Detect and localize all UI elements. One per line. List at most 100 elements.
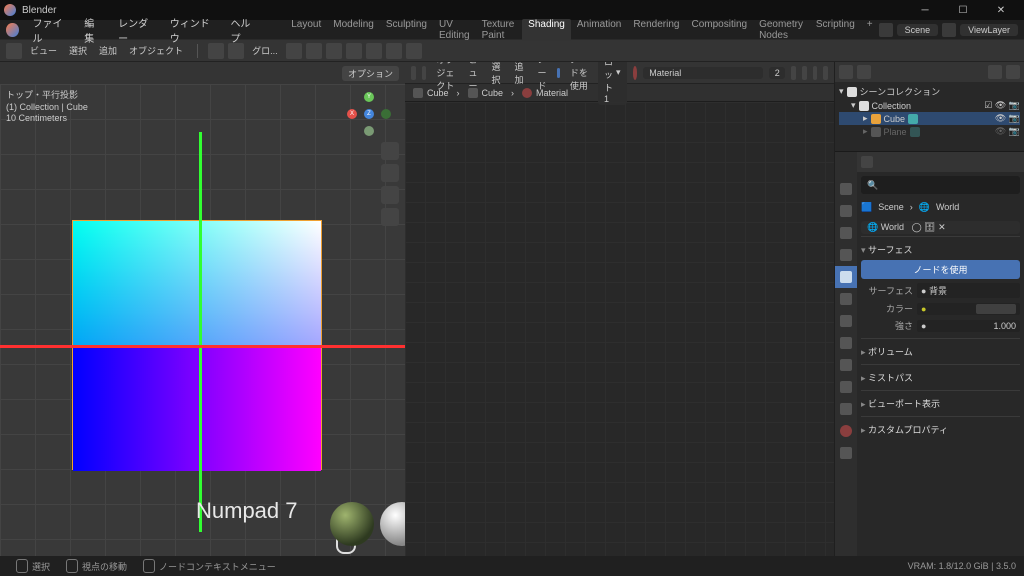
prop-type-icon[interactable] <box>861 156 873 168</box>
panel-volume[interactable]: ボリューム <box>861 343 1020 360</box>
orientation[interactable]: グロ... <box>248 44 282 57</box>
ptab-texture[interactable] <box>835 442 857 464</box>
minimize-button[interactable]: ─ <box>906 0 944 20</box>
outliner-plane[interactable]: ▸Plane👁 📷 <box>839 125 1020 138</box>
misc3-icon[interactable] <box>406 43 422 59</box>
tab-geonodes[interactable]: Geometry Nodes <box>753 19 810 41</box>
outliner-scene-collection[interactable]: ▾シーンコレクション <box>839 84 1020 99</box>
ptab-render[interactable] <box>835 178 857 200</box>
vp-info-scale: 10 Centimeters <box>6 113 88 125</box>
zoom-icon[interactable] <box>381 142 399 160</box>
prop-search[interactable]: 🔍 <box>861 176 1020 194</box>
menu-file[interactable]: ファイル <box>25 15 77 45</box>
misc2-icon[interactable] <box>386 43 402 59</box>
ptab-world[interactable] <box>835 266 857 288</box>
tab-scripting[interactable]: Scripting <box>810 19 861 41</box>
outliner[interactable]: ▾シーンコレクション ▾Collection☑ 👁 📷 ▸Cube👁 📷 ▸Pl… <box>835 62 1024 152</box>
mat-users[interactable]: 2 <box>769 67 785 79</box>
tab-shading[interactable]: Shading <box>522 19 571 41</box>
menu-object[interactable]: オブジェクト <box>125 44 187 57</box>
tab-layout[interactable]: Layout <box>285 19 327 41</box>
outliner-filter-icon[interactable] <box>857 65 871 79</box>
tab-rendering[interactable]: Rendering <box>627 19 685 41</box>
ptab-scene[interactable] <box>835 244 857 266</box>
proportional-icon[interactable] <box>326 43 342 59</box>
nav-gizmo[interactable]: Y X Z <box>347 92 391 136</box>
crumb-material[interactable]: Material <box>522 88 568 98</box>
matpreview-hdri[interactable] <box>330 502 374 546</box>
blender-logo-icon[interactable] <box>6 23 19 37</box>
mat-x-icon[interactable] <box>813 66 818 80</box>
ptab-data[interactable] <box>835 398 857 420</box>
tab-texturepaint[interactable]: Texture Paint <box>476 19 523 41</box>
menu-help[interactable]: ヘルプ <box>222 15 265 45</box>
outliner-type-icon[interactable] <box>839 65 853 79</box>
menu-edit[interactable]: 編集 <box>76 15 110 45</box>
mat-pin-icon[interactable] <box>791 66 796 80</box>
move-icon[interactable] <box>381 164 399 182</box>
tool-icon[interactable] <box>228 43 244 59</box>
menu-select[interactable]: 選択 <box>65 44 91 57</box>
menu-render[interactable]: レンダー <box>110 15 162 45</box>
outliner-funnel-icon[interactable] <box>1006 65 1020 79</box>
shader-editor-icon[interactable] <box>411 66 416 80</box>
ptab-output[interactable] <box>835 200 857 222</box>
panel-custom[interactable]: カスタムプロパティ <box>861 421 1020 438</box>
ne-menu-select[interactable]: 選択 <box>488 62 505 86</box>
panel-mist[interactable]: ミストパス <box>861 369 1020 386</box>
viewlayer-selector[interactable]: ViewLayer <box>960 24 1018 36</box>
surface-shader[interactable]: ● 背景 <box>917 283 1020 298</box>
ptab-constraints[interactable] <box>835 376 857 398</box>
crumb-scene[interactable]: Scene <box>878 202 904 213</box>
crumb-mesh[interactable]: Cube <box>468 88 504 98</box>
ptab-object[interactable] <box>835 288 857 310</box>
use-nodes-check[interactable] <box>557 68 560 78</box>
ptab-viewlayer[interactable] <box>835 222 857 244</box>
ne-menu-add[interactable]: 追加 <box>511 62 528 86</box>
ptab-physics[interactable] <box>835 354 857 376</box>
tab-uvediting[interactable]: UV Editing <box>433 19 476 41</box>
ptab-material[interactable] <box>835 420 857 442</box>
outliner-collection[interactable]: ▾Collection☑ 👁 📷 <box>839 99 1020 112</box>
tab-modeling[interactable]: Modeling <box>327 19 380 41</box>
world-datablock[interactable]: 🌐 World ◯ 🗄 ✕ <box>861 221 1020 234</box>
snap-icon[interactable] <box>286 43 302 59</box>
menu-window[interactable]: ウィンドウ <box>162 15 223 45</box>
tab-add[interactable]: + <box>861 19 879 41</box>
world-color[interactable]: ● <box>917 303 1020 315</box>
persp-icon[interactable] <box>381 208 399 226</box>
close-button[interactable]: ✕ <box>982 0 1020 20</box>
ptab-modifiers[interactable] <box>835 310 857 332</box>
scene-selector[interactable]: Scene <box>897 24 939 36</box>
shader-type-icon[interactable] <box>422 66 427 80</box>
tab-compositing[interactable]: Compositing <box>685 19 753 41</box>
panel-viewport[interactable]: ビューポート表示 <box>861 395 1020 412</box>
menu-view[interactable]: ビュー <box>26 44 61 57</box>
slot-selector[interactable]: スロット1 ▾ <box>598 62 627 105</box>
material-selector[interactable]: Material <box>643 67 763 79</box>
node-canvas[interactable] <box>405 102 834 576</box>
y-axis-line <box>199 132 202 532</box>
misc1-icon[interactable] <box>366 43 382 59</box>
mat-shield-icon[interactable] <box>802 66 807 80</box>
crumb-world[interactable]: World <box>936 202 959 213</box>
use-nodes-button[interactable]: ノードを使用 <box>861 260 1020 279</box>
outliner-search-icon[interactable] <box>988 65 1002 79</box>
crumb-object[interactable]: Cube <box>413 88 449 98</box>
tab-sculpting[interactable]: Sculpting <box>380 19 433 41</box>
menu-add[interactable]: 追加 <box>95 44 121 57</box>
world-strength[interactable]: ●1.000 <box>917 320 1020 332</box>
pivot-icon[interactable] <box>306 43 322 59</box>
ne-opt-icon[interactable] <box>823 66 828 80</box>
editor-type-icon[interactable] <box>6 43 22 59</box>
tab-animation[interactable]: Animation <box>571 19 627 41</box>
maximize-button[interactable]: ☐ <box>944 0 982 20</box>
mode-icon[interactable] <box>208 43 224 59</box>
camera-icon[interactable] <box>381 186 399 204</box>
ptab-particles[interactable] <box>835 332 857 354</box>
magnet-icon[interactable] <box>346 43 362 59</box>
vp-info-projection: トップ・平行投影 <box>6 90 88 102</box>
options-button[interactable]: オプション <box>342 66 399 81</box>
panel-surface[interactable]: サーフェス <box>861 241 1020 258</box>
outliner-cube[interactable]: ▸Cube👁 📷 <box>839 112 1020 125</box>
